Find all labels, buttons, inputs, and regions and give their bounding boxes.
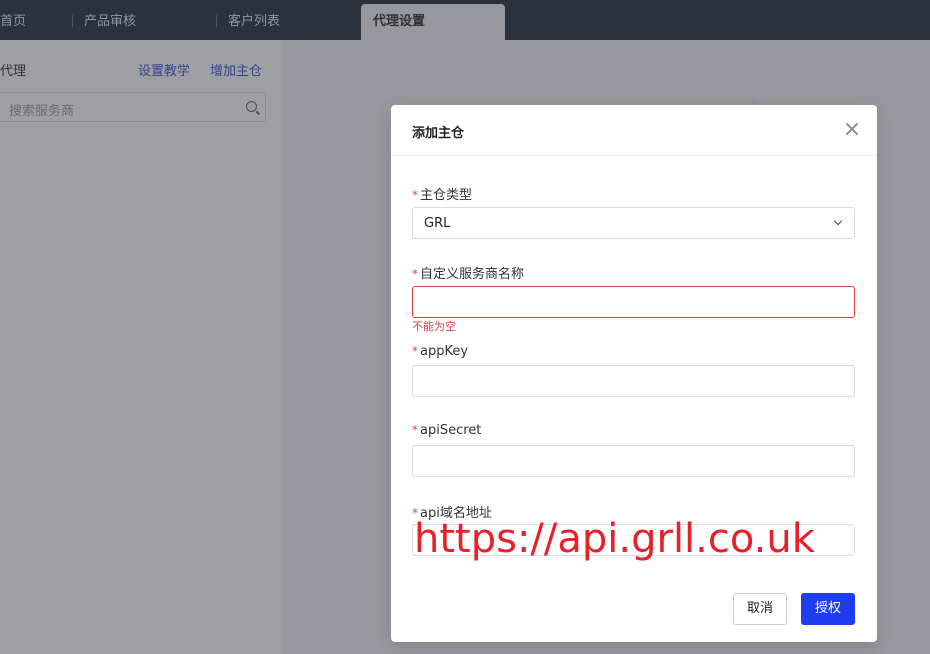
api-secret-label: * apiSecret	[412, 423, 482, 438]
app-key-input[interactable]	[412, 365, 855, 397]
warehouse-type-select[interactable]: GRL	[412, 207, 855, 239]
provider-name-label: * 自定义服务商名称	[412, 267, 525, 282]
overlay-url-text: https://api.grll.co.uk	[414, 516, 815, 562]
close-icon[interactable]	[845, 122, 859, 136]
api-secret-input[interactable]	[412, 445, 855, 477]
dialog-header: 添加主仓	[391, 105, 877, 156]
provider-name-error: 不能为空	[412, 320, 456, 333]
app-key-label: * appKey	[412, 344, 469, 359]
cancel-button[interactable]: 取消	[733, 593, 787, 625]
chevron-down-icon	[833, 216, 843, 226]
dialog-title: 添加主仓	[412, 126, 465, 141]
warehouse-type-label: * 主仓类型	[412, 188, 473, 203]
provider-name-input[interactable]	[412, 286, 855, 318]
authorize-button[interactable]: 授权	[801, 593, 855, 625]
warehouse-type-value: GRL	[424, 216, 451, 231]
